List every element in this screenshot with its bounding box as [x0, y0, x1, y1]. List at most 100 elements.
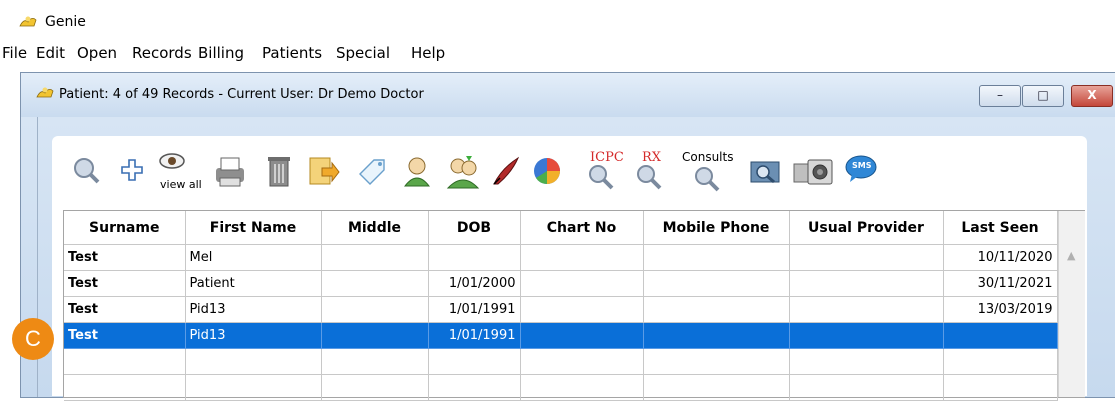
maximize-icon: □: [1037, 88, 1049, 102]
toolbar: view all ICPC RX Consults SMS: [70, 150, 1070, 200]
cell-chart-no: [520, 270, 644, 297]
cell-surname: Test: [64, 296, 186, 323]
icpc-search-icon: [589, 165, 614, 190]
column-header-dob[interactable]: DOB: [428, 211, 521, 245]
cell-middle: [321, 270, 429, 297]
image-viewer-button[interactable]: [748, 150, 784, 194]
cell-first-name: Pid13: [185, 322, 322, 349]
search-button[interactable]: [70, 150, 106, 194]
cell-chart-no: [520, 296, 644, 323]
add-icon: [121, 159, 143, 181]
menu-help[interactable]: Help: [411, 44, 445, 62]
rx-button[interactable]: RX: [626, 150, 666, 194]
cell-first-name: [185, 348, 322, 375]
patient-table: Surname First Name Middle DOB Chart No M…: [64, 211, 1058, 401]
menu-edit[interactable]: Edit: [36, 44, 65, 62]
column-header-middle[interactable]: Middle: [321, 211, 429, 245]
cell-middle: [321, 244, 429, 271]
table-row[interactable]: Test Pid13 1/01/1991 13/03/2019: [64, 296, 1058, 323]
cell-usual-provider: [789, 322, 944, 349]
print-button[interactable]: [212, 150, 248, 194]
cell-surname: [64, 348, 186, 375]
menu-records[interactable]: Records: [132, 44, 192, 62]
column-header-surname[interactable]: Surname: [64, 211, 186, 245]
trash-icon: [268, 157, 290, 187]
close-icon: X: [1087, 88, 1097, 102]
view-all-icon: [159, 153, 185, 169]
cell-mobile-phone: [643, 244, 790, 271]
minimize-button[interactable]: –: [979, 85, 1021, 107]
cell-last-seen: 30/11/2021: [943, 270, 1058, 297]
menu-open[interactable]: Open: [77, 44, 117, 62]
tag-icon: [359, 159, 385, 185]
cell-dob: [428, 374, 521, 401]
cell-surname: Test: [64, 244, 186, 271]
printer-icon: [216, 157, 244, 187]
icpc-button[interactable]: ICPC: [570, 150, 624, 194]
cell-dob: 1/01/2000: [428, 270, 521, 297]
scroll-up-icon[interactable]: ▲: [1067, 249, 1075, 262]
table-header: Surname First Name Middle DOB Chart No M…: [64, 211, 1058, 245]
menu-patients[interactable]: Patients: [262, 44, 322, 62]
camera-icon: [793, 159, 833, 185]
column-header-mobile-phone[interactable]: Mobile Phone: [643, 211, 790, 245]
export-button[interactable]: [306, 150, 342, 194]
sms-button[interactable]: SMS: [844, 150, 880, 194]
maximize-button[interactable]: □: [1022, 85, 1064, 107]
cell-mobile-phone: [643, 270, 790, 297]
column-header-chart-no[interactable]: Chart No: [520, 211, 644, 245]
people-icon: [446, 156, 480, 189]
table-row-selected[interactable]: Test Pid13 1/01/1991: [64, 322, 1058, 349]
people-button[interactable]: [444, 150, 480, 194]
cell-surname: [64, 374, 186, 401]
view-all-button[interactable]: view all: [156, 150, 202, 194]
menu-special[interactable]: Special: [336, 44, 390, 62]
quill-icon: [493, 156, 520, 185]
export-icon: [309, 157, 340, 185]
table-row[interactable]: [64, 348, 1058, 375]
app-title: Genie: [45, 14, 86, 30]
cell-mobile-phone: [643, 322, 790, 349]
menu-file[interactable]: File: [2, 44, 27, 62]
person-button[interactable]: [400, 150, 436, 194]
cell-dob: [428, 348, 521, 375]
column-header-last-seen[interactable]: Last Seen: [943, 211, 1058, 245]
cell-last-seen: [943, 322, 1058, 349]
menu-bar: File Edit Open Records Billing Patients …: [0, 38, 1115, 68]
cell-dob: 1/01/1991: [428, 296, 521, 323]
chart-button[interactable]: [530, 150, 566, 194]
image-viewer-icon: [750, 161, 780, 184]
column-header-first-name[interactable]: First Name: [185, 211, 322, 245]
delete-button[interactable]: [264, 150, 300, 194]
cell-mobile-phone: [643, 374, 790, 401]
genie-logo-icon: [36, 87, 54, 98]
close-button[interactable]: X: [1071, 85, 1113, 107]
cell-usual-provider: [789, 296, 944, 323]
cell-chart-no: [520, 322, 644, 349]
menu-billing[interactable]: Billing: [198, 44, 244, 62]
quill-button[interactable]: [490, 150, 526, 194]
cell-usual-provider: [789, 270, 944, 297]
add-button[interactable]: [116, 150, 152, 194]
pie-chart-icon: [534, 158, 560, 185]
sms-label: SMS: [852, 161, 872, 170]
cell-usual-provider: [789, 374, 944, 401]
vertical-scrollbar[interactable]: ▲: [1058, 211, 1085, 397]
table-row[interactable]: Test Patient 1/01/2000 30/11/2021: [64, 270, 1058, 297]
cell-middle: [321, 322, 429, 349]
tag-button[interactable]: [356, 150, 392, 194]
cell-last-seen: 10/11/2020: [943, 244, 1058, 271]
column-header-usual-provider[interactable]: Usual Provider: [789, 211, 944, 245]
cell-first-name: Patient: [185, 270, 322, 297]
consults-label: Consults: [682, 150, 734, 164]
patient-grid: Surname First Name Middle DOB Chart No M…: [63, 210, 1085, 401]
cell-last-seen: 13/03/2019: [943, 296, 1058, 323]
consults-button[interactable]: Consults: [678, 150, 748, 194]
genie-logo-icon: [19, 16, 37, 27]
cell-middle: [321, 296, 429, 323]
table-row[interactable]: [64, 374, 1058, 401]
camera-button[interactable]: [792, 150, 834, 194]
view-all-label: view all: [160, 178, 202, 191]
table-row[interactable]: Test Mel 10/11/2020: [64, 244, 1058, 271]
consults-search-icon: [695, 167, 720, 192]
